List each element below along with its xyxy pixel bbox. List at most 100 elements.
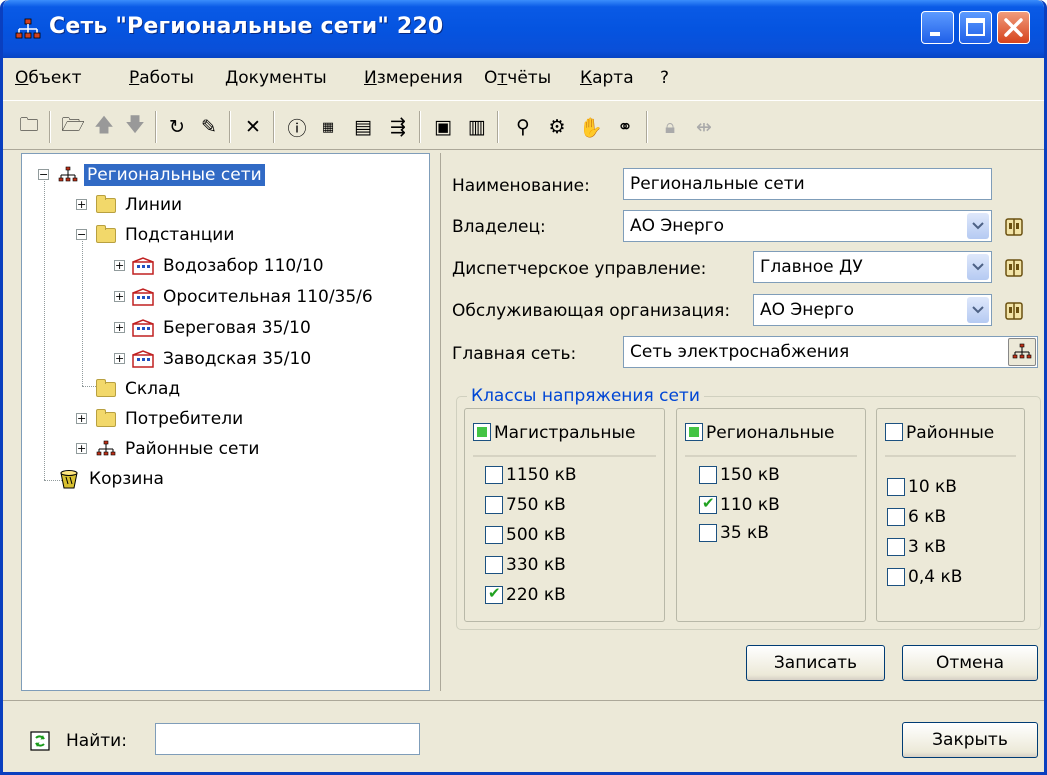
checkbox[interactable] bbox=[887, 538, 905, 556]
move-down-button[interactable]: 🡇 bbox=[121, 113, 149, 141]
main-network-field[interactable]: Сеть электроснабжения bbox=[623, 336, 1038, 368]
checkbox[interactable] bbox=[887, 478, 905, 496]
menu-works[interactable]: Работы bbox=[129, 68, 194, 88]
collapse-icon[interactable]: − bbox=[38, 169, 49, 180]
directory-book-icon[interactable] bbox=[1003, 300, 1025, 322]
lock-button[interactable]: 🔒︎ bbox=[656, 113, 684, 141]
checkbox[interactable] bbox=[699, 524, 717, 542]
checkbox[interactable] bbox=[887, 508, 905, 526]
checkbox-checked[interactable] bbox=[485, 584, 503, 604]
edit-button[interactable]: ✎ bbox=[195, 113, 223, 141]
voltage-option[interactable]: 750 кВ bbox=[485, 495, 566, 515]
list-button[interactable]: ▥ bbox=[463, 113, 491, 141]
tree-node-substation[interactable]: + Береговая 35/10 bbox=[114, 315, 314, 341]
checkbox[interactable] bbox=[887, 568, 905, 586]
directory-book-icon[interactable] bbox=[1003, 257, 1025, 279]
tree-node-regional-networks[interactable]: − Региональные сети bbox=[38, 162, 265, 188]
tree-node-recycle-bin[interactable]: Корзина bbox=[58, 466, 167, 492]
link-button[interactable]: ⚭ bbox=[611, 113, 639, 141]
checkbox-group-district[interactable] bbox=[885, 423, 903, 441]
expand-icon[interactable]: + bbox=[76, 443, 87, 454]
service-org-select[interactable]: АО Энерго bbox=[753, 294, 992, 326]
find-input[interactable] bbox=[155, 723, 420, 755]
expand-icon[interactable]: + bbox=[76, 413, 87, 424]
disconnect-button[interactable]: ⇹ bbox=[690, 113, 718, 141]
voltage-option[interactable]: 1150 кВ bbox=[485, 465, 577, 485]
expand-icon[interactable]: + bbox=[114, 260, 125, 271]
title-bar[interactable]: Сеть "Региональные сети" 220 bbox=[3, 0, 1044, 58]
move-up-button[interactable]: 🡅 bbox=[90, 113, 118, 141]
hand-button[interactable]: ✋ bbox=[577, 113, 605, 141]
tree-node-warehouse[interactable]: Склад bbox=[96, 376, 183, 402]
voltage-option[interactable]: 500 кВ bbox=[485, 525, 566, 545]
expand-icon[interactable]: + bbox=[114, 322, 125, 333]
close-window-button[interactable] bbox=[997, 11, 1030, 44]
checkbox[interactable] bbox=[485, 526, 503, 544]
info-button[interactable]: ⓘ bbox=[283, 113, 311, 141]
menu-documents[interactable]: Документы bbox=[225, 68, 327, 88]
delete-button[interactable]: ✕ bbox=[239, 113, 267, 141]
checkbox[interactable] bbox=[485, 466, 503, 484]
new-object-button[interactable]: 🗀 bbox=[15, 113, 43, 141]
cancel-button[interactable]: Отмена bbox=[902, 645, 1038, 681]
tree-node-substation[interactable]: + Заводская 35/10 bbox=[114, 346, 314, 372]
collapse-icon[interactable]: − bbox=[76, 229, 87, 240]
checkbox[interactable] bbox=[485, 556, 503, 574]
tree-node-consumers[interactable]: + Потребители bbox=[76, 406, 246, 432]
menu-reports[interactable]: Отчёты bbox=[484, 68, 551, 88]
measurements-button[interactable]: ▦ bbox=[314, 113, 342, 141]
pick-network-button[interactable] bbox=[1008, 338, 1036, 366]
toolbar-separator bbox=[646, 111, 648, 143]
expand-icon[interactable]: + bbox=[76, 199, 87, 210]
voltage-option[interactable]: 35 кВ bbox=[699, 523, 769, 543]
menu-map[interactable]: Карта bbox=[580, 68, 634, 88]
name-field[interactable]: Региональные сети bbox=[623, 168, 992, 200]
maximize-button[interactable] bbox=[959, 11, 992, 44]
voltage-option[interactable]: 10 кВ bbox=[887, 477, 957, 497]
dispatch-dropdown-button[interactable] bbox=[967, 254, 989, 280]
wand-icon: ⚲ bbox=[516, 116, 530, 138]
export-button[interactable]: ⇶ bbox=[384, 113, 412, 141]
checkbox[interactable] bbox=[485, 496, 503, 514]
open-folder-button[interactable]: 🗁 bbox=[59, 113, 87, 141]
checkbox-checked[interactable] bbox=[699, 494, 717, 514]
voltage-group-header[interactable]: Районные bbox=[885, 423, 1016, 457]
voltage-option[interactable]: 110 кВ bbox=[699, 494, 780, 515]
tree-node-lines[interactable]: + Линии bbox=[76, 192, 185, 218]
voltage-option[interactable]: 0,4 кВ bbox=[887, 567, 962, 587]
owner-select[interactable]: АО Энерго bbox=[623, 210, 992, 242]
service-org-dropdown-button[interactable] bbox=[967, 297, 989, 323]
tree-node-substations[interactable]: − Подстанции bbox=[76, 222, 237, 248]
tree-node-district-networks[interactable]: + Районные сети bbox=[76, 436, 262, 462]
menu-measurements[interactable]: Измерения bbox=[364, 68, 463, 88]
voltage-option[interactable]: 330 кВ bbox=[485, 555, 566, 575]
minimize-button[interactable] bbox=[921, 11, 954, 44]
document-button[interactable]: ▣ bbox=[429, 113, 457, 141]
menu-help[interactable]: ? bbox=[660, 68, 669, 88]
menu-object[interactable]: Объект bbox=[15, 68, 82, 88]
report-button[interactable]: ▤ bbox=[349, 113, 377, 141]
expand-icon[interactable]: + bbox=[114, 291, 125, 302]
voltage-option[interactable]: 220 кВ bbox=[485, 584, 566, 605]
object-tree[interactable]: − Региональные сети + Линии − Подстанции… bbox=[21, 153, 430, 691]
voltage-group-header[interactable]: Магистральные bbox=[473, 423, 656, 457]
voltage-group-header[interactable]: Региональные bbox=[685, 423, 857, 457]
checkbox-group-main[interactable] bbox=[473, 423, 491, 441]
voltage-option[interactable]: 3 кВ bbox=[887, 537, 946, 557]
close-button[interactable]: Закрыть bbox=[902, 722, 1038, 758]
tree-node-substation[interactable]: + Оросительная 110/35/6 bbox=[114, 284, 376, 310]
dispatch-select[interactable]: Главное ДУ bbox=[753, 251, 992, 283]
search-network-button[interactable]: ⚙ bbox=[543, 113, 571, 141]
voltage-option[interactable]: 150 кВ bbox=[699, 465, 780, 485]
owner-dropdown-button[interactable] bbox=[967, 213, 989, 239]
expand-icon[interactable]: + bbox=[114, 353, 125, 364]
checkbox-group-regional[interactable] bbox=[685, 423, 703, 441]
save-button[interactable]: Записать bbox=[746, 645, 885, 681]
voltage-option[interactable]: 6 кВ bbox=[887, 507, 946, 527]
checkbox[interactable] bbox=[699, 466, 717, 484]
wand-button[interactable]: ⚲ bbox=[509, 113, 537, 141]
find-icon[interactable] bbox=[29, 730, 51, 752]
directory-book-icon[interactable] bbox=[1003, 216, 1025, 238]
tree-node-substation[interactable]: + Водозабор 110/10 bbox=[114, 253, 327, 279]
refresh-button[interactable]: ↻ bbox=[163, 113, 191, 141]
